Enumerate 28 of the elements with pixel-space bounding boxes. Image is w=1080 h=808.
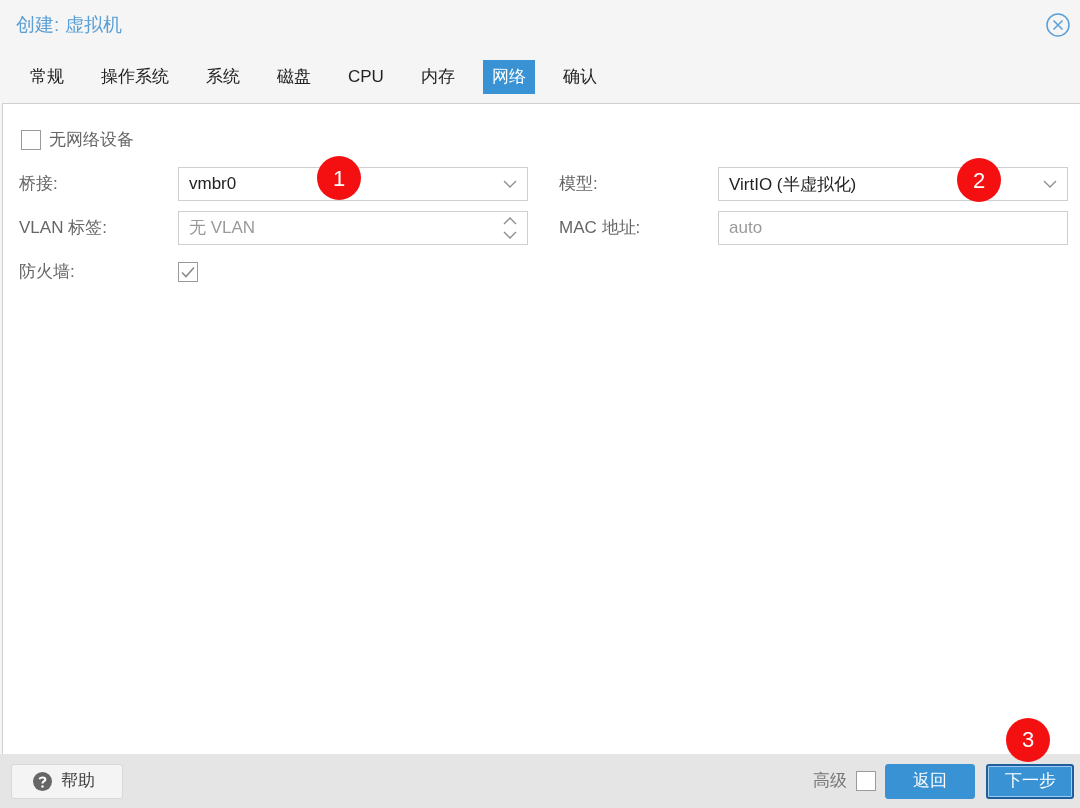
tab[interactable]: 确认 xyxy=(553,60,606,94)
checkbox[interactable] xyxy=(856,771,876,791)
help-icon xyxy=(33,771,52,791)
field-label: 模型: xyxy=(559,173,599,196)
spinner-arrows-icon[interactable] xyxy=(503,217,517,239)
checkbox-label: 无网络设备 xyxy=(49,129,134,152)
text-field[interactable]: auto xyxy=(718,211,1068,245)
chevron-down-icon[interactable] xyxy=(1043,180,1057,188)
tab[interactable]: 磁盘 xyxy=(268,60,320,94)
tab[interactable]: 常规 xyxy=(21,60,73,94)
checkbox[interactable] xyxy=(21,130,41,150)
close-icon[interactable] xyxy=(1046,13,1070,37)
field-label: MAC 地址: xyxy=(559,217,642,240)
help-button[interactable]: 帮助 xyxy=(11,763,123,799)
field-label: VLAN 标签: xyxy=(19,217,108,240)
spinner-field[interactable]: 无 VLAN xyxy=(178,211,528,245)
tab[interactable]: 系统 xyxy=(197,60,249,94)
annotation-marker: 2 xyxy=(957,158,1001,202)
chevron-down-icon[interactable] xyxy=(503,180,517,188)
window-title: 创建: 虚拟机 xyxy=(16,12,122,37)
tab[interactable]: CPU xyxy=(339,60,393,94)
tab[interactable]: 操作系统 xyxy=(92,60,178,94)
advanced-label: 高级 xyxy=(813,770,847,793)
tab[interactable]: 内存 xyxy=(411,60,464,94)
field-label: 桥接: xyxy=(19,173,59,196)
annotation-marker: 1 xyxy=(317,156,361,200)
field-label: 防火墙: xyxy=(19,261,76,284)
checkbox[interactable] xyxy=(178,262,198,282)
